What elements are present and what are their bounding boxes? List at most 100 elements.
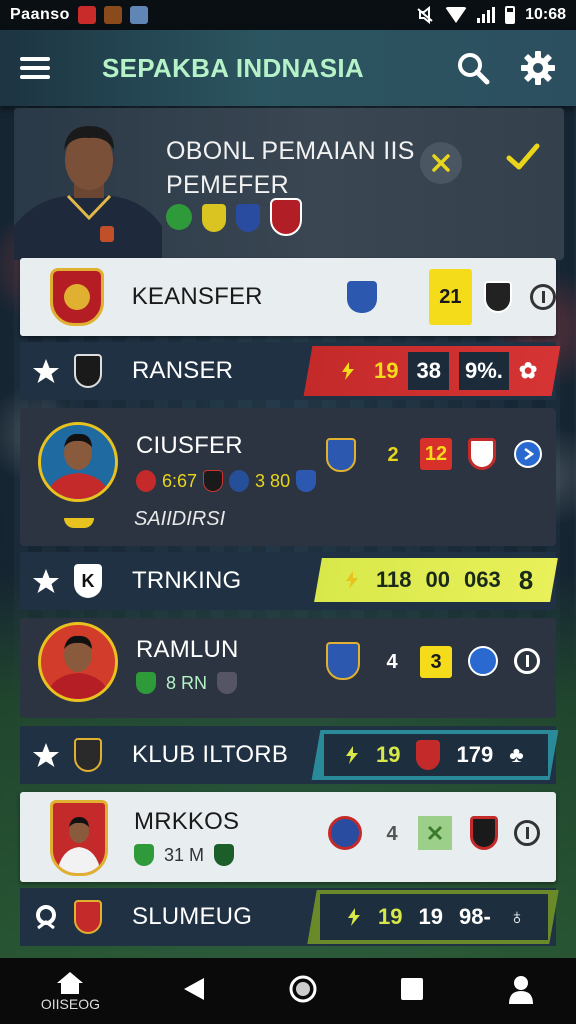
wifi-icon <box>445 7 468 23</box>
yellow-badge-icon <box>202 204 226 232</box>
stat-value: 4 <box>386 650 398 673</box>
player-avatar <box>38 622 118 702</box>
sub-info: 8 RN <box>136 672 238 694</box>
stat-value: 98- <box>458 904 491 929</box>
bolt-icon <box>342 362 354 380</box>
square-icon <box>401 977 424 1000</box>
club-badge-icon <box>470 816 498 850</box>
player-card-photo <box>50 800 108 876</box>
home-icon <box>57 972 84 994</box>
row-title: CIUSFER <box>136 432 243 459</box>
bolt-icon <box>346 571 358 589</box>
club-badge-icon <box>328 816 362 850</box>
blue-badge-icon <box>236 204 260 232</box>
club-badge-icon <box>74 354 102 388</box>
info-button[interactable] <box>530 284 557 310</box>
info-button[interactable] <box>514 820 540 846</box>
club-icon: ✿ <box>518 358 538 383</box>
row-title: TRNKING <box>132 567 242 594</box>
club-badge-icon <box>484 281 513 313</box>
club-badge-icon <box>217 672 238 694</box>
medal-icon <box>36 905 56 930</box>
play-icon <box>524 448 534 460</box>
club-icon: ♁ <box>508 904 526 929</box>
club-badge-icon <box>214 844 235 866</box>
recent-apps-button[interactable] <box>399 976 425 1007</box>
club-badge-icon <box>326 642 360 680</box>
stat-value: 19 <box>376 742 401 767</box>
stat-badge: 21 <box>428 269 473 325</box>
stat-value: 19 <box>378 904 403 929</box>
sub-info: 31 M <box>134 844 235 866</box>
club-badge-icon <box>74 900 102 934</box>
club-crest-icon <box>50 268 104 326</box>
back-icon <box>183 977 204 1000</box>
confirm-button[interactable] <box>506 142 540 177</box>
star-icon <box>33 569 59 593</box>
stat-badge: 12 <box>420 438 452 470</box>
club-badge-icon <box>468 438 496 470</box>
search-icon[interactable] <box>456 51 490 85</box>
mute-icon <box>417 6 433 24</box>
stat-value: 38 <box>408 352 449 390</box>
stat-value: 00 <box>425 567 450 592</box>
close-icon <box>432 154 450 172</box>
header-title: OBONL PEMAIAN IIS PEMEFER <box>166 137 415 199</box>
stat-value: 19 <box>418 904 443 929</box>
club-badge-icon <box>203 470 224 492</box>
stats-values: 118 00 063 8 <box>344 560 554 600</box>
back-button[interactable] <box>182 976 206 1007</box>
hamburger-menu-icon[interactable] <box>20 57 50 79</box>
clock: 10:68 <box>525 6 566 23</box>
close-button[interactable] <box>420 142 462 184</box>
user-icon <box>509 975 534 1004</box>
gear-icon[interactable] <box>520 50 556 86</box>
red-badge-icon <box>270 198 302 236</box>
checkmark-icon <box>506 143 540 170</box>
notification-icon <box>77 6 96 24</box>
row-title: RANSER <box>132 357 234 384</box>
play-button[interactable] <box>514 440 542 468</box>
green-badge-icon <box>166 204 192 230</box>
club-badge-icon <box>296 470 317 492</box>
player-tag: SAIIDIRSI <box>134 508 226 530</box>
stat-value: 19 <box>374 358 399 383</box>
stats-values: 19 19 98- ♁ <box>320 894 548 940</box>
stat-value: 179 <box>456 742 494 767</box>
app-title: SEPAKBA INDNASIA <box>102 52 364 83</box>
player-avatar <box>38 422 118 502</box>
stats-values: 19 38 9%. ✿ <box>340 350 552 392</box>
app-bar: SEPAKBA INDNASIA <box>0 30 576 106</box>
signal-icon <box>477 7 496 23</box>
info-button[interactable] <box>514 648 540 674</box>
club-badge-icon <box>229 470 250 492</box>
list-item[interactable]: KEANSFER 21 <box>20 258 557 336</box>
status-bar: Paanso 10:68 <box>0 0 576 30</box>
nav-home-label: OIISEOG <box>40 996 100 1012</box>
row-title: KEANSFER <box>131 283 263 310</box>
stat-value: 4 <box>386 822 398 845</box>
club-badge-icon <box>134 844 154 866</box>
club-badge-icon <box>136 470 156 492</box>
stat-badge: 3 <box>420 646 452 678</box>
action-badge[interactable] <box>418 816 452 850</box>
row-title: RAMLUN <box>136 636 239 663</box>
profile-button[interactable] <box>507 974 535 1009</box>
stat-value: 9%. <box>458 352 509 390</box>
nav-home-button[interactable]: OIISEOG <box>41 970 100 1012</box>
star-icon <box>33 743 59 767</box>
club-badge-icon: K <box>74 564 102 598</box>
club-badges <box>166 198 302 236</box>
home-circle-button[interactable] <box>288 974 318 1009</box>
notification-icon <box>103 6 122 24</box>
gallery-icon <box>129 6 148 24</box>
club-badge-icon <box>416 740 441 770</box>
club-badge-icon <box>74 738 102 772</box>
list-item[interactable]: MRKKOS 31 M 4 <box>20 792 556 882</box>
stat-value: 118 <box>376 567 412 592</box>
bolt-icon <box>348 908 360 926</box>
row-title: MRKKOS <box>134 808 240 835</box>
player-photo <box>14 114 164 260</box>
stat-value: 2 <box>387 443 399 466</box>
bolt-icon <box>346 746 358 764</box>
